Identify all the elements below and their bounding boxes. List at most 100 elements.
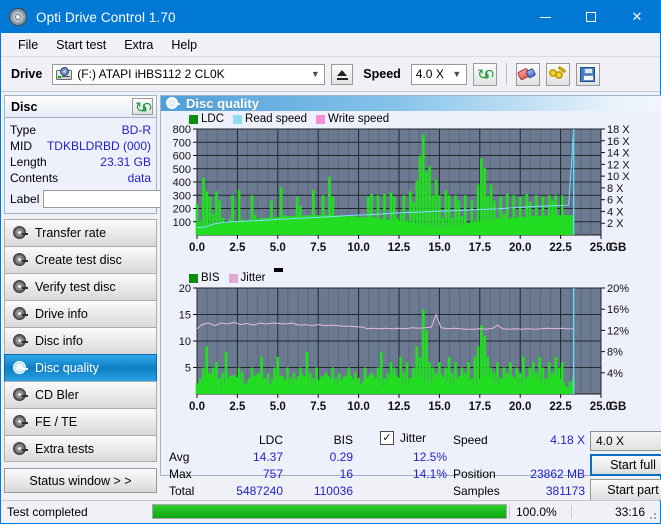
disc-panel-header: Disc ↻ ↻ xyxy=(5,96,156,118)
svg-text:200: 200 xyxy=(173,204,191,216)
svg-text:22.5: 22.5 xyxy=(549,242,572,254)
drive-toolbar: Drive (F:) ATAPI iHBS112 2 CL0K ▼ Speed … xyxy=(1,57,660,92)
svg-text:600: 600 xyxy=(173,151,191,163)
menu-file[interactable]: File xyxy=(9,36,47,54)
disc-row-contents: Contents data xyxy=(10,170,151,186)
eject-button[interactable] xyxy=(331,63,354,85)
status-bar: Test completed 100.0% 33:16 xyxy=(2,500,659,522)
minimize-icon[interactable] xyxy=(522,1,568,33)
svg-text:2.5: 2.5 xyxy=(229,401,246,413)
speed-select[interactable]: 4.0 X ▼ xyxy=(410,63,467,85)
svg-text:10 X: 10 X xyxy=(607,171,630,183)
disc-value: TDKBLDRBD (000) xyxy=(46,139,151,153)
drive-select-value: (F:) ATAPI iHBS112 2 CL0K xyxy=(77,67,225,81)
menu-extra[interactable]: Extra xyxy=(115,36,162,54)
sidebar-item-label: Transfer rate xyxy=(35,226,107,240)
sidebar-item-drive-info[interactable]: Drive info xyxy=(4,300,157,327)
legend-ldc: LDC xyxy=(189,113,224,125)
disc-row-length: Length 23.31 GB xyxy=(10,154,151,170)
save-button[interactable] xyxy=(575,62,600,86)
sidebar-item-label: FE / TE xyxy=(35,415,78,429)
resize-grip[interactable] xyxy=(647,510,657,520)
erase-button[interactable] xyxy=(515,62,540,86)
legend-label: LDC xyxy=(201,113,225,125)
svg-text:7.5: 7.5 xyxy=(310,242,327,254)
close-icon[interactable]: ✕ xyxy=(614,1,660,33)
sidebar-item-extra-tests[interactable]: Extra tests xyxy=(4,435,157,462)
key-button[interactable] xyxy=(545,62,570,86)
sidebar-item-verify-test-disc[interactable]: Verify test disc xyxy=(4,273,157,300)
sidebar-item-label: Disc info xyxy=(35,334,83,348)
start-part-button[interactable]: Start part xyxy=(590,479,661,501)
sidebar-item-label: Create test disc xyxy=(35,253,122,267)
samples-caption: Samples xyxy=(453,483,500,498)
sidebar-item-disc-info[interactable]: Disc info xyxy=(4,327,157,354)
status-window-button[interactable]: Status window > > xyxy=(4,468,157,493)
legend-swatch xyxy=(189,114,198,124)
sidebar-item-fe-te[interactable]: FE / TE xyxy=(4,408,157,435)
svg-text:7.5: 7.5 xyxy=(310,401,327,413)
svg-text:10: 10 xyxy=(179,336,191,348)
sidebar-item-label: Extra tests xyxy=(35,441,95,456)
sidebar-item-disc-quality[interactable]: Disc quality xyxy=(4,354,157,381)
svg-text:15: 15 xyxy=(179,310,191,322)
drive-label: Drive xyxy=(11,67,43,81)
svg-text:16%: 16% xyxy=(607,304,629,316)
maximize-icon[interactable] xyxy=(568,1,614,33)
progress-bar xyxy=(152,504,507,519)
stats-avg-bis: 0.29 xyxy=(329,449,353,464)
key-icon xyxy=(549,65,567,81)
nav-list: Transfer rate Create test disc Verify te… xyxy=(4,219,157,462)
jitter-checkbox[interactable]: ✓ xyxy=(380,431,394,445)
speed-value: 4.18 X xyxy=(550,432,585,447)
svg-text:22.5: 22.5 xyxy=(549,401,572,413)
bis-chart: 5 10 15 20 4% 8% 12% 16% 20% 0.0 2.5 5.0 7.5 10.0 12.5… xyxy=(161,283,661,427)
menu-help[interactable]: Help xyxy=(162,36,206,54)
svg-text:14 X: 14 X xyxy=(607,148,630,160)
stats-max-jitter: 14.1% xyxy=(412,466,447,481)
disc-value: BD-R xyxy=(121,123,151,137)
svg-text:4%: 4% xyxy=(607,368,623,380)
stats-max-bis: 16 xyxy=(339,466,353,481)
svg-text:17.5: 17.5 xyxy=(469,401,492,413)
chevron-down-icon: ▼ xyxy=(452,68,462,79)
jitter-toggle[interactable]: ✓ Jitter xyxy=(380,431,426,445)
speed-caption: Speed xyxy=(453,432,488,447)
panel-header: Disc quality xyxy=(161,96,661,111)
svg-text:20.0: 20.0 xyxy=(509,242,531,254)
sidebar-item-create-test-disc[interactable]: Create test disc xyxy=(4,246,157,273)
legend-label: Read speed xyxy=(245,113,308,125)
drive-select[interactable]: (F:) ATAPI iHBS112 2 CL0K ▼ xyxy=(52,63,326,85)
stats-row-avg: Avg 14.37 0.29 12.5% xyxy=(161,448,453,465)
svg-text:12.5: 12.5 xyxy=(388,401,411,413)
app-window: Opti Drive Control 1.70 ✕ File Start tes… xyxy=(0,0,661,524)
refresh-button[interactable]: ↻ ↻ xyxy=(472,62,497,86)
test-speed-select[interactable]: 4.0 X ▼ xyxy=(590,431,661,451)
sidebar-item-label: Verify test disc xyxy=(35,280,116,294)
svg-text:500: 500 xyxy=(173,164,191,176)
status-text: Test completed xyxy=(7,504,88,519)
disc-panel-title: Disc xyxy=(11,99,38,114)
svg-text:20: 20 xyxy=(179,284,191,295)
ldc-chart: 100 200 300 400 500 600 700 800 2 X4 X6 X8 X 10 X… xyxy=(161,124,661,268)
ldc-chart-svg: 100200 300400500600 700800 2 X4 X6 X8 X10 X… xyxy=(173,124,631,254)
sidebar: Disc ↻ ↻ Type BD-R MID TDKBLDRBD (000) L… xyxy=(1,92,252,493)
svg-text:2.5: 2.5 xyxy=(229,242,246,254)
menu-start-test[interactable]: Start test xyxy=(47,36,115,54)
svg-text:17.5: 17.5 xyxy=(469,242,492,254)
sidebar-item-transfer-rate[interactable]: Transfer rate xyxy=(4,219,157,246)
disc-icon xyxy=(13,280,28,294)
disc-refresh-button[interactable]: ↻ ↻ xyxy=(132,98,153,115)
stats-header-bis: BIS xyxy=(333,432,353,447)
eject-icon xyxy=(337,70,348,76)
test-speed-value: 4.0 X xyxy=(596,434,625,448)
refresh-icon: ↻ ↻ xyxy=(135,98,153,115)
stats-max-ldc: 757 xyxy=(262,466,283,481)
svg-text:15.0: 15.0 xyxy=(428,242,450,254)
disc-panel: Disc ↻ ↻ Type BD-R MID TDKBLDRBD (000) L… xyxy=(4,95,252,214)
start-full-button[interactable]: Start full xyxy=(590,454,661,476)
sidebar-item-cd-bler[interactable]: CD Bler xyxy=(4,381,157,408)
stats-row-label: Max xyxy=(169,466,192,481)
svg-text:700: 700 xyxy=(173,137,191,149)
ldc-chart-legend: LDC Read speed Write speed xyxy=(161,111,661,125)
